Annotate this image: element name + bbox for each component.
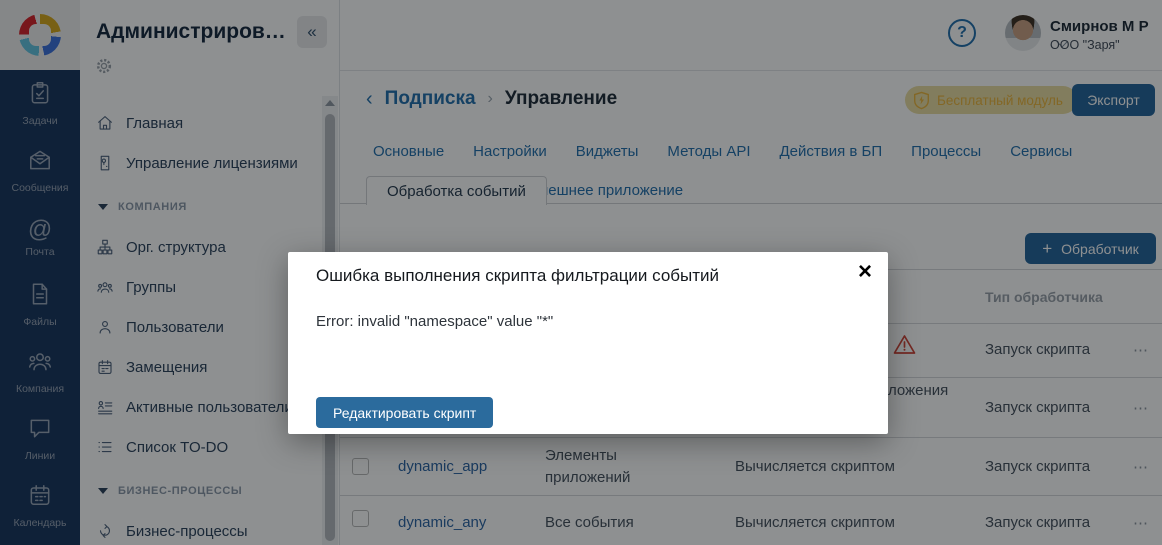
modal-error-text: Error: invalid "namespace" value "*" — [316, 313, 553, 330]
edit-script-button[interactable]: Редактировать скрипт — [316, 397, 493, 428]
error-modal: Ошибка выполнения скрипта фильтрации соб… — [288, 252, 888, 434]
modal-title: Ошибка выполнения скрипта фильтрации соб… — [316, 266, 719, 286]
close-icon[interactable]: × — [858, 260, 872, 284]
app-root: Задачи Сообщения @ Почта Файлы Компания … — [0, 0, 1162, 545]
